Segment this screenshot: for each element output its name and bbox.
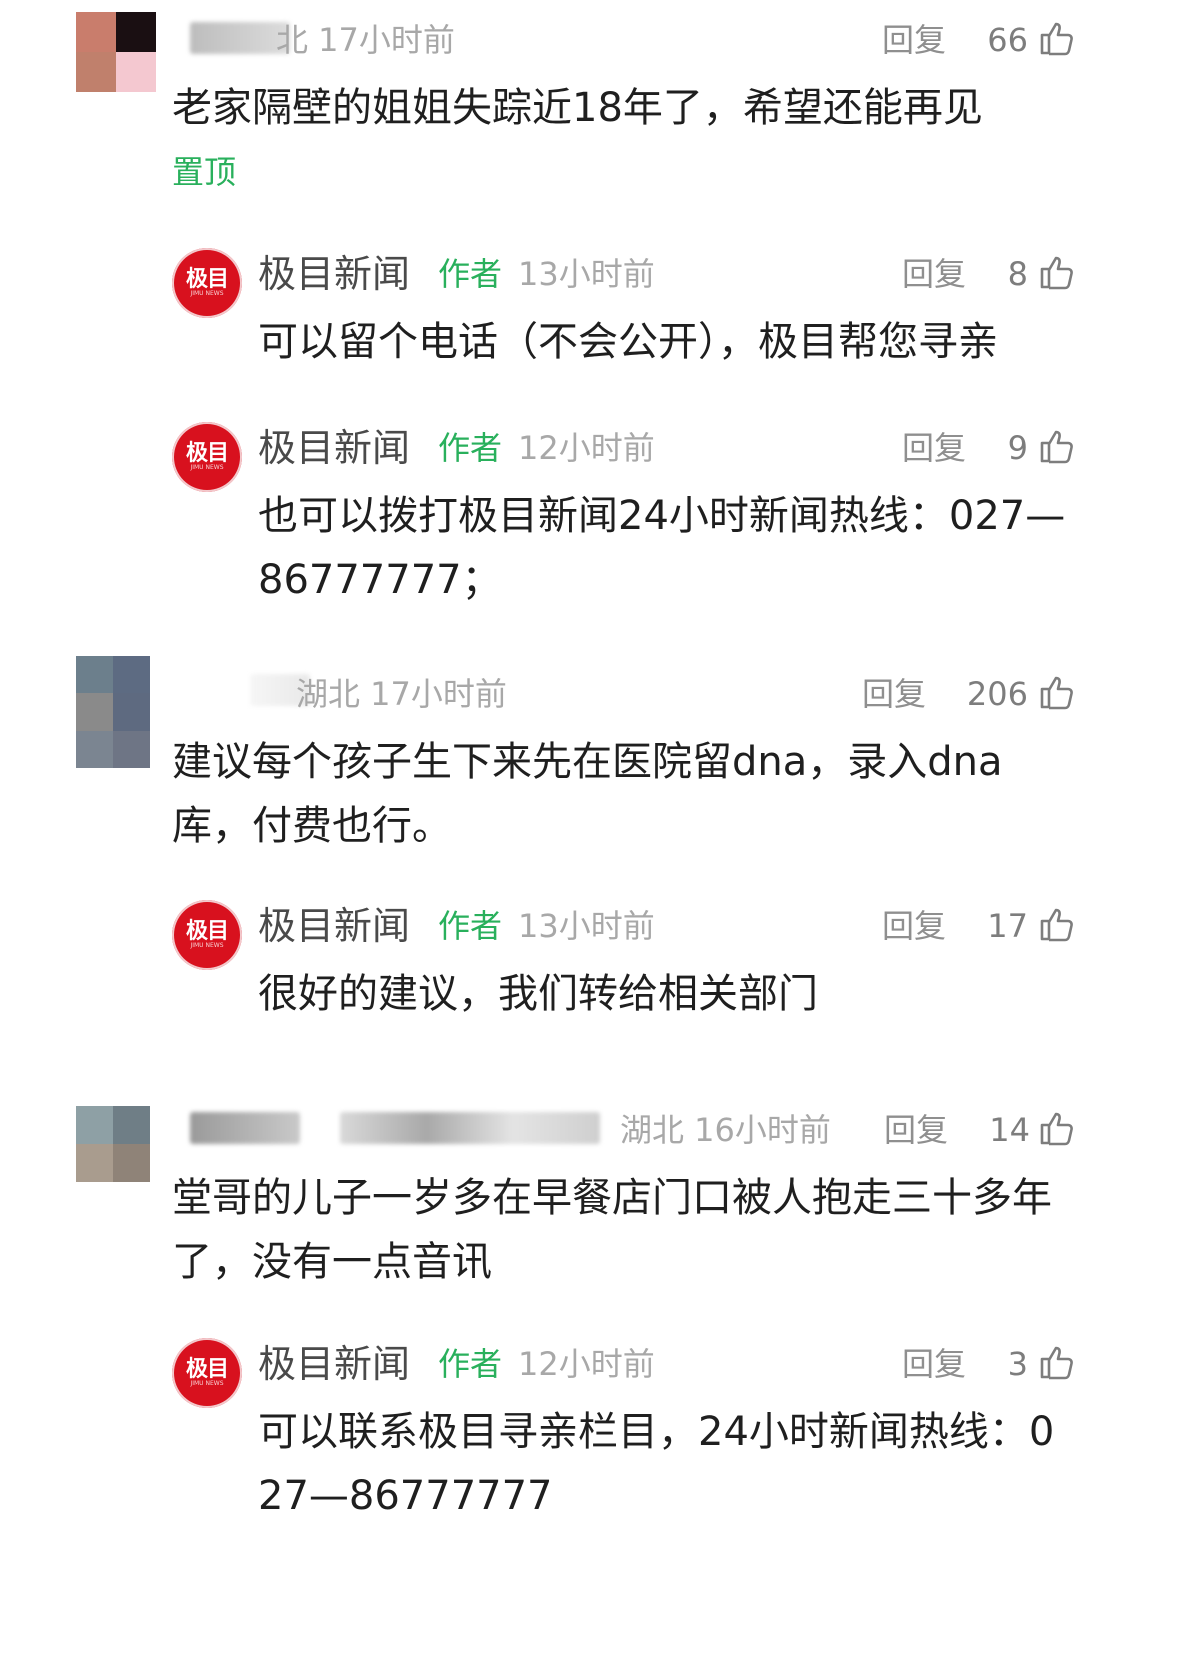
thumbs-up-icon[interactable] [1036,426,1076,466]
comment-location-time: 湖北 17小时前 [296,675,507,713]
reply-button[interactable]: 回复 [884,1110,948,1150]
author-tag: 作者 [438,255,503,293]
thumbs-up-icon[interactable] [1036,1342,1076,1382]
like-count: 8 [1007,255,1028,293]
comment-text: 老家隔壁的姐姐失踪近18年了，希望还能再见 [172,85,983,131]
brand-logo-sub: JIMU NEWS [190,290,224,297]
thumbs-up-icon[interactable] [1036,904,1076,944]
comment-thread: 北 17小时前 回复 66 老家隔壁的姐姐失踪近18年了，希望还能再见 置顶 极… [0,0,1200,1659]
reply-button[interactable]: 回复 [902,428,966,468]
username-blurred[interactable] [190,1112,300,1144]
brand-logo-sub: JIMU NEWS [190,942,224,949]
reply-time: 13小时前 [518,255,655,293]
comment-location-time: 北 17小时前 [276,21,455,59]
like-count: 66 [987,21,1028,59]
brand-logo: 极目 [185,1356,229,1382]
user-avatar[interactable] [76,1106,150,1182]
author-avatar[interactable]: 极目 JIMU NEWS [172,422,242,492]
author-avatar[interactable]: 极目 JIMU NEWS [172,1338,242,1408]
brand-logo: 极目 [185,266,229,292]
author-tag: 作者 [438,429,503,467]
reply-button[interactable]: 回复 [862,674,926,714]
user-avatar[interactable] [76,656,150,768]
reply-text: 可以留个电话（不会公开），极目帮您寻亲 [258,319,998,365]
brand-logo-sub: JIMU NEWS [190,464,224,471]
reply-time: 12小时前 [518,429,655,467]
author-name[interactable]: 极目新闻 [258,904,410,948]
pinned-badge: 置顶 [172,153,237,191]
comment-text: 堂哥的儿子一岁多在早餐店门口被人抱走三十多年了，没有一点音讯 [172,1175,1052,1285]
comment-location-time: 湖北 16小时前 [620,1111,831,1149]
reply-button[interactable]: 回复 [902,1344,966,1384]
author-avatar[interactable]: 极目 JIMU NEWS [172,900,242,970]
user-avatar[interactable] [76,12,156,92]
reply-time: 12小时前 [518,1345,655,1383]
reply-text: 可以联系极目寻亲栏目，24小时新闻热线：027—86777777 [258,1409,1055,1519]
thumbs-up-icon[interactable] [1036,18,1076,58]
username-blurred[interactable] [340,1112,600,1144]
like-count: 14 [989,1111,1030,1149]
brand-logo: 极目 [185,440,229,466]
like-count: 9 [1007,429,1028,467]
author-tag: 作者 [438,907,503,945]
reply-text: 很好的建议，我们转给相关部门 [258,971,818,1017]
reply-button[interactable]: 回复 [882,906,946,946]
author-name[interactable]: 极目新闻 [258,1342,410,1386]
comment-text: 建议每个孩子生下来先在医院留dna，录入dna库，付费也行。 [172,739,1003,849]
username-blurred[interactable] [190,22,290,54]
reply-button[interactable]: 回复 [902,254,966,294]
reply-text: 也可以拨打极目新闻24小时新闻热线：027—86777777； [258,493,1066,603]
thumbs-up-icon[interactable] [1036,252,1076,292]
thumbs-up-icon[interactable] [1036,672,1076,712]
like-count: 206 [966,675,1028,713]
brand-logo: 极目 [185,918,229,944]
reply-time: 13小时前 [518,907,655,945]
thumbs-up-icon[interactable] [1036,1108,1076,1148]
like-count: 17 [987,907,1028,945]
author-name[interactable]: 极目新闻 [258,252,410,296]
reply-button[interactable]: 回复 [882,20,946,60]
author-name[interactable]: 极目新闻 [258,426,410,470]
brand-logo-sub: JIMU NEWS [190,1380,224,1387]
author-tag: 作者 [438,1345,503,1383]
author-avatar[interactable]: 极目 JIMU NEWS [172,248,242,318]
like-count: 3 [1007,1345,1028,1383]
